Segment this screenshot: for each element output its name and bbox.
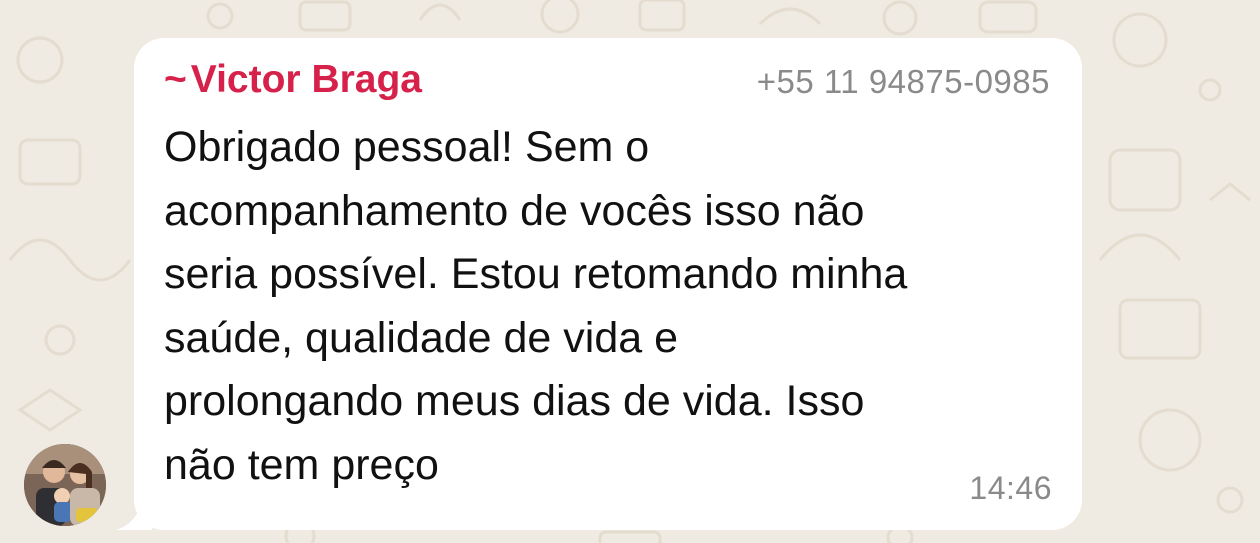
message-line: acompanhamento de vocês isso não	[164, 186, 865, 235]
message-line: prolongando meus dias de vida. Isso	[164, 377, 865, 425]
sender-avatar[interactable]	[24, 444, 106, 526]
message-line: saúde, qualidade de vida e	[164, 313, 679, 362]
message-line: seria possível. Estou retomando minha	[164, 250, 908, 298]
sender-name-text: Victor Braga	[190, 58, 422, 101]
sender-phone[interactable]: +55 11 94875-0985	[757, 62, 1050, 102]
message-text: Obrigado pessoal! Sem o acompanhamento d…	[164, 116, 1044, 497]
sender-name[interactable]: ~ Victor Braga	[164, 58, 422, 102]
message-time: 14:46	[969, 470, 1052, 506]
message-line: não tem preço	[164, 440, 439, 489]
sender-prefix: ~	[164, 58, 187, 101]
message-line: Obrigado pessoal! Sem o	[164, 123, 650, 171]
message-bubble[interactable]: ~ Victor Braga +55 11 94875-0985 Obrigado…	[134, 38, 1082, 530]
